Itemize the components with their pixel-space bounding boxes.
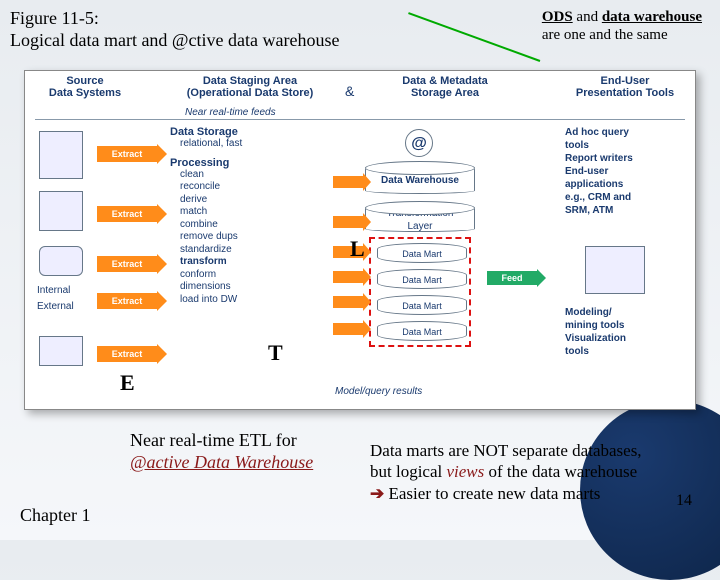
callout-ods: ODS: [542, 9, 573, 25]
col-enduser: End-UserPresentation Tools: [565, 75, 685, 99]
storage-hdr: Data Storage: [170, 126, 330, 138]
extract-arrow-1: Extract: [97, 146, 157, 162]
data-mart-4: Data Mart: [377, 321, 467, 341]
callout-line1: ODS and data warehouse: [542, 8, 702, 26]
data-mart-2: Data Mart: [377, 269, 467, 289]
realtime-note: Near real-time feeds: [185, 107, 276, 118]
etl-t-label: T: [268, 340, 283, 366]
bottom-left-caption: Near real-time ETL for @active Data Ware…: [130, 430, 313, 473]
divider: [35, 119, 685, 120]
col-staging: Data Staging Area(Operational Data Store…: [170, 75, 330, 99]
ods-callout: ODS and data warehouse are one and the s…: [542, 8, 702, 44]
monitor-icon: [585, 246, 645, 294]
source-db-icon: [39, 246, 83, 276]
chapter-label: Chapter 1: [20, 505, 90, 526]
page-number: 14: [676, 492, 692, 510]
end-user-tools-1: Ad hoc querytoolsReport writers End-user…: [565, 126, 685, 217]
ampersand: &: [345, 83, 354, 99]
etl-l-label: L: [350, 236, 365, 262]
transformation-cylinder: TransformationLayer: [365, 206, 475, 232]
callout-line2: are one and the same: [542, 26, 702, 44]
source-chart-icon: [39, 336, 83, 366]
etl-e-label: E: [120, 370, 135, 396]
processing-box: Data Storage relational, fast Processing…: [170, 126, 330, 356]
source-pc-icon: [39, 191, 83, 231]
title-line1: Figure 11-5:: [10, 8, 339, 30]
extract-arrow-5: Extract: [97, 346, 157, 362]
source-server-icon: [39, 131, 83, 179]
extract-arrow-4: Extract: [97, 293, 157, 309]
processing-hdr: Processing: [170, 157, 330, 169]
end-user-tools-2: Modeling/mining toolsVisualizationtools: [565, 306, 685, 358]
br-line2: but logical views of the data warehouse: [370, 461, 710, 482]
data-mart-1: Data Mart: [377, 243, 467, 263]
internal-label: Internal: [37, 285, 70, 296]
bl-line1: Near real-time ETL for: [130, 430, 313, 452]
bl-line2: @active Data Warehouse: [130, 452, 313, 474]
load-arrow-4: [333, 271, 363, 283]
col-storage: Data & MetadataStorage Area: [365, 75, 525, 99]
callout-and: and: [573, 9, 602, 25]
processing-items: cleanreconcilederive matchcombineremove …: [180, 169, 330, 307]
load-arrow-5: [333, 296, 363, 308]
figure-title: Figure 11-5: Logical data mart and @ctiv…: [10, 8, 339, 51]
load-arrow-2: [333, 216, 363, 228]
model-query-label: Model/query results: [335, 386, 422, 397]
extract-arrow-2: Extract: [97, 206, 157, 222]
feed-arrow: Feed: [487, 271, 537, 285]
data-warehouse-cylinder: Data Warehouse: [365, 166, 475, 194]
col-source: SourceData Systems: [35, 75, 135, 99]
load-arrow-6: [333, 323, 363, 335]
data-mart-stack: Data Mart Data Mart Data Mart Data Mart: [369, 237, 471, 347]
storage-sub: relational, fast: [180, 138, 330, 151]
load-arrow-1: [333, 176, 363, 188]
external-label: External: [37, 301, 74, 312]
br-line1: Data marts are NOT separate databases,: [370, 440, 710, 461]
callout-dw: data warehouse: [602, 9, 702, 25]
br-line3: ➔ Easier to create new data marts: [370, 483, 710, 504]
bottom-right-caption: Data marts are NOT separate databases, b…: [370, 440, 710, 504]
title-line2: Logical data mart and @ctive data wareho…: [10, 30, 339, 52]
extract-arrow-3: Extract: [97, 256, 157, 272]
at-icon: @: [405, 129, 433, 157]
data-mart-3: Data Mart: [377, 295, 467, 315]
callout-pointer: [408, 12, 540, 62]
